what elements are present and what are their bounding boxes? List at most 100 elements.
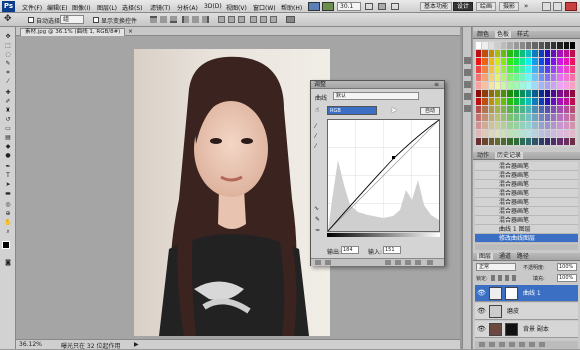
info-icon[interactable] xyxy=(464,69,471,76)
align-right-icon[interactable] xyxy=(202,16,209,23)
swatch-cell[interactable] xyxy=(482,42,488,49)
swatch-cell[interactable] xyxy=(501,130,507,137)
swatch-cell[interactable] xyxy=(482,122,488,129)
brush-tool-icon[interactable]: ✐ xyxy=(3,98,13,105)
align-vcenter-icon[interactable] xyxy=(160,16,167,23)
clone-stamp-tool-icon[interactable]: ♜ xyxy=(3,107,13,114)
align-hcenter-icon[interactable] xyxy=(192,16,199,23)
swatch-cell[interactable] xyxy=(551,98,557,105)
smooth-icon[interactable]: ≈ xyxy=(315,227,320,234)
swatch-cell[interactable] xyxy=(544,90,550,97)
swatch-cell[interactable] xyxy=(569,50,575,57)
brush-panel-icon[interactable] xyxy=(464,81,471,88)
eyedropper-tool-icon[interactable]: ⁄ xyxy=(3,78,13,85)
auto-button[interactable]: 自动 xyxy=(420,107,440,115)
tab-color[interactable]: 颜色 xyxy=(477,31,489,38)
swatch-cell[interactable] xyxy=(544,50,550,57)
screen-mode-icon[interactable] xyxy=(391,3,399,10)
swatch-cell[interactable] xyxy=(551,42,557,49)
clip-to-layer-icon[interactable] xyxy=(385,260,391,265)
swatch-cell[interactable] xyxy=(488,138,494,145)
path-select-tool-icon[interactable]: ➤ xyxy=(3,181,13,188)
swatch-cell[interactable] xyxy=(551,74,557,81)
swatch-cell[interactable] xyxy=(519,106,525,113)
minimize-icon[interactable] xyxy=(542,2,551,11)
close-icon[interactable] xyxy=(565,2,577,11)
swatch-cell[interactable] xyxy=(519,50,525,57)
swatch-cell[interactable] xyxy=(488,106,494,113)
menu-layer[interactable]: 图层(L) xyxy=(97,3,117,12)
blend-mode-dropdown[interactable]: 正常 xyxy=(476,263,516,271)
distribute-hcenter-icon[interactable] xyxy=(260,16,267,23)
auto-select-checkbox[interactable] xyxy=(28,17,34,23)
swatch-cell[interactable] xyxy=(557,130,563,137)
swatch-cell[interactable] xyxy=(482,98,488,105)
3d-orbit-tool-icon[interactable]: ⊕ xyxy=(3,210,13,217)
swatch-cell[interactable] xyxy=(519,74,525,81)
return-to-list-icon[interactable] xyxy=(315,260,321,265)
swatch-cell[interactable] xyxy=(569,82,575,89)
swatch-cell[interactable] xyxy=(557,138,563,145)
swatch-cell[interactable] xyxy=(538,138,544,145)
swatch-cell[interactable] xyxy=(532,130,538,137)
show-transform-checkbox[interactable] xyxy=(93,17,99,23)
new-adjustment-icon[interactable] xyxy=(509,342,515,347)
swatch-cell[interactable] xyxy=(557,114,563,121)
3d-rotate-tool-icon[interactable]: ◎ xyxy=(3,201,13,208)
adjustments-panel-icon[interactable] xyxy=(464,93,471,100)
swatch-cell[interactable] xyxy=(476,74,482,81)
visibility-icon[interactable] xyxy=(395,260,401,265)
history-item[interactable]: 混合器画笔 xyxy=(475,189,578,198)
swatch-cell[interactable] xyxy=(476,50,482,57)
swatch-cell[interactable] xyxy=(526,122,532,129)
masks-panel-icon[interactable] xyxy=(464,105,471,112)
close-tab-icon[interactable]: × xyxy=(128,28,133,35)
tab-actions[interactable]: 动作 xyxy=(477,152,489,159)
swatch-cell[interactable] xyxy=(494,138,500,145)
swatch-cell[interactable] xyxy=(563,58,569,65)
swatch-cell[interactable] xyxy=(513,74,519,81)
lock-icons[interactable] xyxy=(491,275,517,281)
swatch-cell[interactable] xyxy=(513,106,519,113)
zoom-tool-icon[interactable]: ⌕ xyxy=(3,228,13,235)
tab-swatches[interactable]: 色板 xyxy=(494,31,511,38)
swatch-cell[interactable] xyxy=(563,74,569,81)
swatch-cell[interactable] xyxy=(569,74,575,81)
swatch-cell[interactable] xyxy=(482,130,488,137)
swatch-cell[interactable] xyxy=(526,98,532,105)
output-value-field[interactable]: 184 xyxy=(341,246,359,254)
swatch-cell[interactable] xyxy=(563,114,569,121)
swatch-cell[interactable] xyxy=(532,114,538,121)
swatch-cell[interactable] xyxy=(563,106,569,113)
swatch-cell[interactable] xyxy=(538,114,544,121)
swatch-cell[interactable] xyxy=(532,122,538,129)
swatch-cell[interactable] xyxy=(569,122,575,129)
eye-icon[interactable]: 👁 xyxy=(477,303,486,320)
swatch-cell[interactable] xyxy=(513,42,519,49)
swatch-cell[interactable] xyxy=(526,42,532,49)
swatch-cell[interactable] xyxy=(544,82,550,89)
maximize-icon[interactable] xyxy=(553,2,562,11)
swatches-grid[interactable] xyxy=(475,41,578,147)
swatch-cell[interactable] xyxy=(526,50,532,57)
eye-icon[interactable]: 👁 xyxy=(477,321,486,338)
swatch-cell[interactable] xyxy=(476,130,482,137)
swatch-cell[interactable] xyxy=(538,50,544,57)
swatch-cell[interactable] xyxy=(488,58,494,65)
swatch-cell[interactable] xyxy=(507,130,513,137)
history-item[interactable]: 混合器画笔 xyxy=(475,216,578,225)
swatch-cell[interactable] xyxy=(494,98,500,105)
layer-row[interactable]: 👁 磨皮 xyxy=(475,303,578,320)
swatch-cell[interactable] xyxy=(519,122,525,129)
swatch-cell[interactable] xyxy=(482,106,488,113)
swatch-cell[interactable] xyxy=(544,138,550,145)
swatch-cell[interactable] xyxy=(538,42,544,49)
crop-tool-icon[interactable]: ⌗ xyxy=(3,69,13,76)
eye-icon[interactable]: 👁 xyxy=(477,285,486,302)
shape-tool-icon[interactable]: ▬ xyxy=(3,190,13,197)
expand-view-icon[interactable] xyxy=(325,260,331,265)
distribute-top-icon[interactable] xyxy=(218,16,225,23)
swatch-cell[interactable] xyxy=(488,130,494,137)
swatch-cell[interactable] xyxy=(563,42,569,49)
distribute-vcenter-icon[interactable] xyxy=(228,16,235,23)
